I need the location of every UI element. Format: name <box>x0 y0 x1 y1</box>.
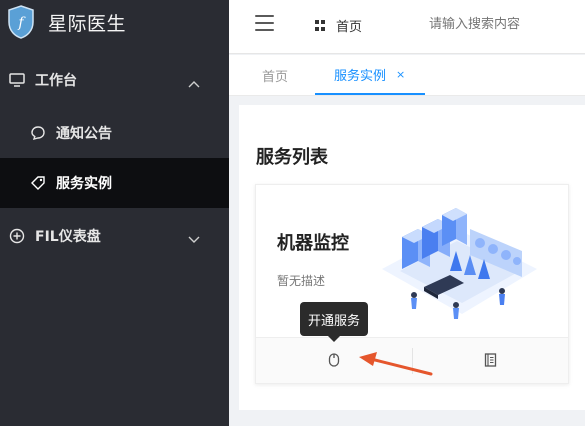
tooltip: 开通服务 <box>300 302 368 342</box>
annotation-arrow-icon <box>359 352 433 376</box>
sidebar-item-label: FIL仪表盘 <box>35 229 101 245</box>
plus-circle-icon <box>9 228 25 244</box>
sidebar-item-workspace[interactable]: 工作台 <box>0 60 229 100</box>
top-header: 首页 <box>229 0 585 54</box>
chat-icon <box>30 125 46 141</box>
open-service-button[interactable] <box>324 351 344 371</box>
menu-toggle-icon[interactable] <box>255 15 274 31</box>
sidebar-item-label: 工作台 <box>35 73 77 89</box>
mouse-icon <box>328 352 340 371</box>
sidebar-item-label: 服务实例 <box>56 176 112 192</box>
brand-logo: f <box>6 5 36 39</box>
tab-label: 服务实例 <box>334 68 387 84</box>
monitor-icon <box>9 72 25 88</box>
server-illustration <box>372 199 542 334</box>
app-root: f 星际医生 工作台 通知公告 服务实例 FIL仪表盘 首页 请输入搜索内容 首… <box>0 0 585 426</box>
chevron-down-icon <box>188 232 200 243</box>
chevron-up-icon <box>188 76 200 88</box>
sidebar-item-fil-dashboard[interactable]: FIL仪表盘 <box>0 215 229 257</box>
sidebar-item-notice[interactable]: 通知公告 <box>0 113 229 153</box>
tab-service-instance[interactable]: 服务实例 × <box>315 55 425 95</box>
app-title: 星际医生 <box>48 12 127 35</box>
search-input[interactable] <box>429 16 559 31</box>
tab-bar: 首页 服务实例 × <box>229 55 585 96</box>
sidebar-item-label: 通知公告 <box>56 126 112 142</box>
tab-home[interactable]: 首页 <box>262 55 288 95</box>
brand: f 星际医生 <box>0 0 229 44</box>
breadcrumb[interactable]: 首页 <box>315 16 362 35</box>
service-detail-button[interactable] <box>480 351 500 371</box>
breadcrumb-home: 首页 <box>336 20 363 35</box>
card-title: 机器监控 <box>277 233 349 254</box>
close-icon[interactable]: × <box>396 68 405 81</box>
card-description: 暂无描述 <box>277 274 326 288</box>
tag-icon <box>30 175 46 191</box>
sidebar: f 星际医生 工作台 通知公告 服务实例 FIL仪表盘 <box>0 0 229 426</box>
grid-icon <box>315 20 326 31</box>
document-icon <box>484 352 497 371</box>
page-title: 服务列表 <box>256 147 328 168</box>
sidebar-item-service-instance[interactable]: 服务实例 <box>0 158 229 208</box>
